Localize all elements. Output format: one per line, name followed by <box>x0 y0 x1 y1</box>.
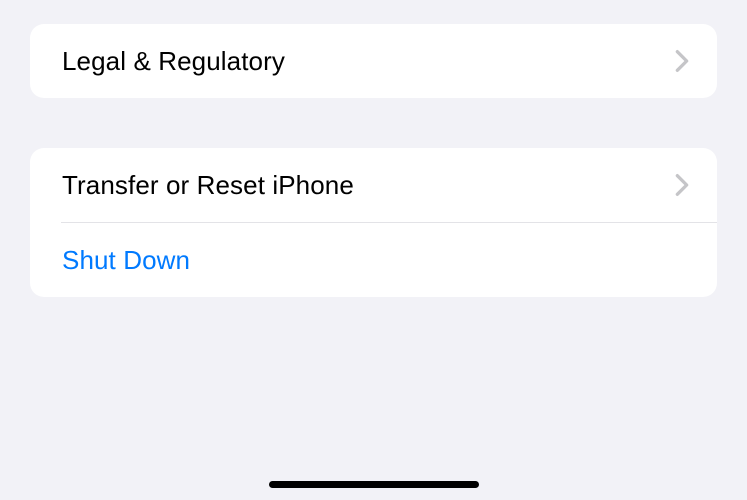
settings-content: Legal & Regulatory Transfer or Reset iPh… <box>0 0 747 297</box>
settings-group-transfer-shutdown: Transfer or Reset iPhone Shut Down <box>30 148 717 297</box>
chevron-right-icon <box>675 173 689 197</box>
row-label: Transfer or Reset iPhone <box>62 170 354 201</box>
row-shut-down[interactable]: Shut Down <box>30 223 717 297</box>
settings-group-legal: Legal & Regulatory <box>30 24 717 98</box>
group-spacer <box>30 98 717 148</box>
home-indicator[interactable] <box>269 481 479 488</box>
row-label: Shut Down <box>62 245 190 276</box>
row-label: Legal & Regulatory <box>62 46 285 77</box>
chevron-right-icon <box>675 49 689 73</box>
row-transfer-or-reset[interactable]: Transfer or Reset iPhone <box>30 148 717 222</box>
row-legal-regulatory[interactable]: Legal & Regulatory <box>30 24 717 98</box>
